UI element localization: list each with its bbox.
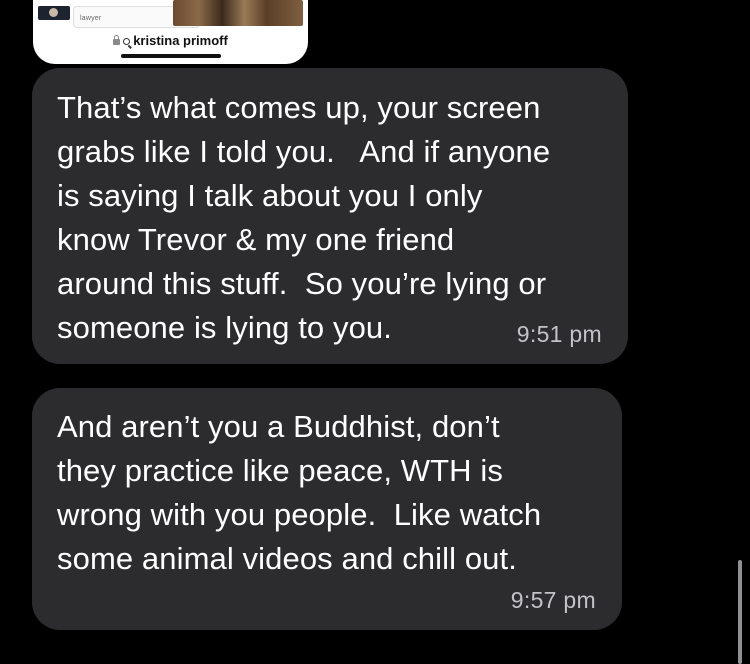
shared-screenshot-preview[interactable]: lawyer kristina primoff [33,0,308,64]
chat-screen: lawyer kristina primoff That’s what come… [0,0,750,664]
message-timestamp: 9:57 pm [510,587,596,613]
home-indicator-bar [121,54,221,58]
message-text: And aren’t you a Buddhist, don’t they pr… [57,409,542,576]
lock-icon [113,35,121,45]
scroll-indicator[interactable] [738,560,742,664]
profile-photo-thumbnail [38,6,70,20]
image-thumbnail [173,0,303,26]
address-bar: kristina primoff [33,33,308,48]
message-bubble[interactable]: That’s what comes up, your screen grabs … [32,68,628,364]
search-result-label: lawyer [80,15,102,22]
magnifier-icon [123,38,131,45]
message-text: That’s what comes up, your screen grabs … [57,90,551,345]
address-bar-text: kristina primoff [133,33,228,48]
message-bubble[interactable]: And aren’t you a Buddhist, don’t they pr… [32,388,622,630]
message-timestamp: 9:51 pm [516,321,602,347]
